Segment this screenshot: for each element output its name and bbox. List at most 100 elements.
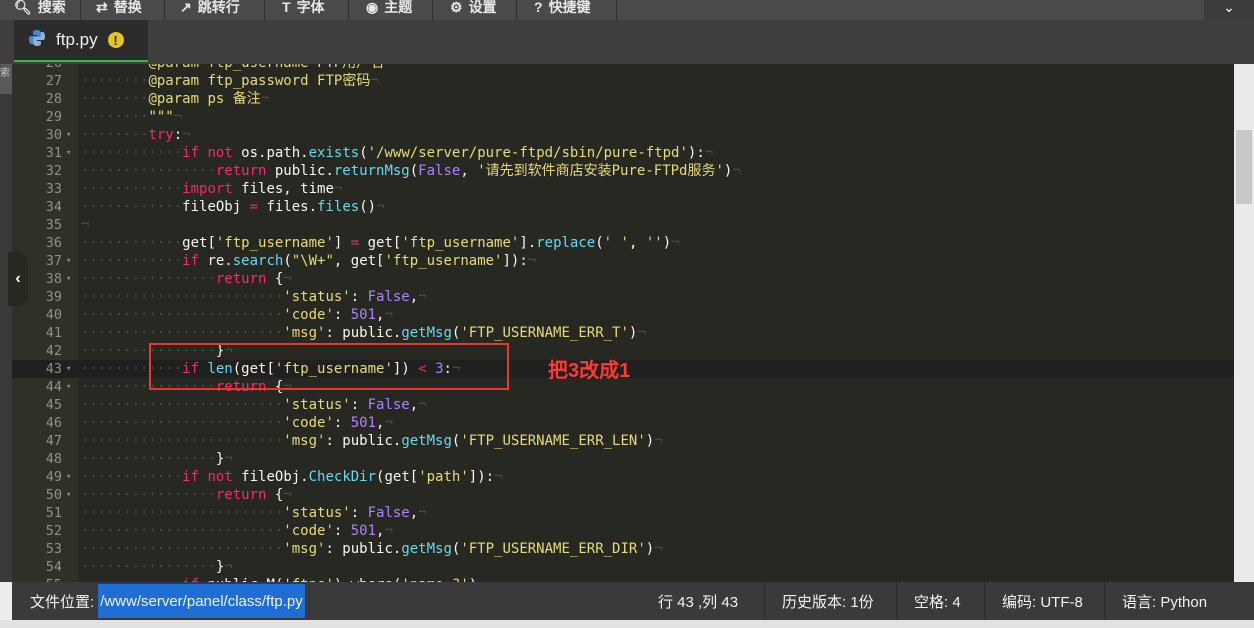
indent-setting[interactable]: 空格: 4 — [914, 582, 961, 620]
goto-line-button[interactable]: ↗ 跳转行 — [180, 0, 240, 18]
code-line[interactable]: 54 ················}¬ — [12, 558, 1234, 576]
collapse-sidebar-button[interactable]: ‹ — [8, 252, 28, 306]
line-number: 42 — [45, 343, 62, 359]
code-text: ············if re.search("\W+", get['ftp… — [81, 253, 537, 269]
fold-arrow-icon[interactable]: ▾ — [66, 144, 71, 162]
code-line[interactable]: 47 ························'msg': public.… — [12, 432, 1234, 450]
code-text: ········"""¬ — [81, 109, 183, 125]
vertical-scrollbar[interactable] — [1234, 64, 1254, 582]
code-text: ················}¬ — [81, 559, 233, 575]
code-text: ························'code': 501,¬ — [81, 307, 393, 323]
left-panel-body — [0, 94, 12, 582]
line-number: 35 — [45, 217, 62, 233]
search-button[interactable]: 🔍︎ 搜索 — [14, 0, 66, 18]
line-number: 50 — [45, 487, 62, 503]
code-line[interactable]: 41 ························'msg': public.… — [12, 324, 1234, 342]
fold-arrow-icon[interactable]: ▾ — [66, 252, 71, 270]
tab-bar: ftp.py ! — [0, 20, 1254, 64]
line-number: 32 — [45, 163, 62, 179]
tab-filename: ftp.py — [56, 30, 98, 49]
code-line[interactable]: 29 ········"""¬ — [12, 108, 1234, 126]
code-text: ¬ — [81, 217, 90, 233]
code-text: ················}¬ — [81, 451, 233, 467]
code-line[interactable]: 30 ▾ ········try:¬ — [12, 126, 1234, 144]
fold-arrow-icon[interactable]: ▾ — [66, 486, 71, 504]
code-line[interactable]: 38 ▾ ················return {¬ — [12, 270, 1234, 288]
replace-button[interactable]: ⇄ 替换 — [96, 0, 142, 18]
line-number: 28 — [45, 91, 62, 107]
code-line[interactable]: 52 ························'code': 501,¬ — [12, 522, 1234, 540]
code-text: ················return {¬ — [81, 271, 292, 287]
file-path[interactable]: /www/server/panel/class/ftp.py — [98, 584, 305, 618]
fold-arrow-icon[interactable]: ▾ — [66, 126, 71, 144]
help-icon: ? — [534, 0, 543, 15]
status-divider — [764, 582, 765, 620]
toolbar-divider — [616, 0, 617, 20]
code-text: ············if not fileObj.CheckDir(get[… — [81, 469, 503, 485]
code-line[interactable]: 34 ············fileObj = files.files()¬ — [12, 198, 1234, 216]
toolbar-divider — [264, 0, 265, 20]
toolbar-divider — [432, 0, 433, 20]
scrollbar-thumb[interactable] — [1236, 130, 1252, 204]
fold-arrow-icon[interactable]: ▾ — [66, 378, 71, 396]
line-number: 46 — [45, 415, 62, 431]
code-text: ················return {¬ — [81, 487, 292, 503]
code-line[interactable]: 31 ▾ ············if not os.path.exists('/w… — [12, 144, 1234, 162]
language-setting[interactable]: 语言: Python — [1122, 582, 1207, 620]
line-number: 41 — [45, 325, 62, 341]
fold-arrow-icon[interactable]: ▾ — [66, 360, 71, 378]
code-line[interactable]: 50 ▾ ················return {¬ — [12, 486, 1234, 504]
code-line[interactable]: 45 ························'status': Fals… — [12, 396, 1234, 414]
code-text: ············import files, time¬ — [81, 181, 343, 197]
toolbar-divider — [516, 0, 517, 20]
code-text: ············fileObj = files.files()¬ — [81, 199, 385, 215]
history-versions[interactable]: 历史版本: 1份 — [782, 582, 874, 620]
code-line[interactable]: 49 ▾ ············if not fileObj.CheckDir(g… — [12, 468, 1234, 486]
code-editor[interactable]: 26 ········@param ftp_username FTP用户名 27 ··… — [12, 64, 1234, 582]
arrow-icon: ↗ — [180, 0, 192, 15]
left-panel-strip: 索 — [0, 64, 12, 582]
code-line[interactable]: 35 ¬ — [12, 216, 1234, 234]
file-location: 文件位置: /www/server/panel/class/ftp.py — [30, 582, 305, 620]
code-line[interactable]: 48 ················}¬ — [12, 450, 1234, 468]
code-line[interactable]: 46 ························'code': 501,¬ — [12, 414, 1234, 432]
line-number: 54 — [45, 559, 62, 575]
code-text: ········@param ftp_password FTP密码¬ — [81, 73, 379, 89]
fold-arrow-icon[interactable]: ▾ — [66, 468, 71, 486]
toolbar-divider — [348, 0, 349, 20]
code-line[interactable]: 32 ················return public.returnMs… — [12, 162, 1234, 180]
toolbar-divider — [80, 0, 81, 20]
code-text: ························'msg': public.ge… — [81, 325, 646, 341]
line-number: 26 — [12, 64, 62, 72]
cursor-position[interactable]: 行 43 ,列 43 — [658, 582, 738, 620]
font-button[interactable]: T 字体 — [282, 0, 325, 18]
code-text: ········@param ftp_username FTP用户名 — [81, 64, 384, 72]
code-line[interactable]: 51 ························'status': Fals… — [12, 504, 1234, 522]
code-line[interactable]: 27 ········@param ftp_password FTP密码¬ — [12, 72, 1234, 90]
fold-arrow-icon[interactable]: ▾ — [66, 270, 71, 288]
line-number: 44 — [45, 379, 62, 395]
tab-ftp-py[interactable]: ftp.py ! — [14, 20, 148, 62]
code-line[interactable]: 36 ············get['ftp_username'] = get[… — [12, 234, 1234, 252]
code-line[interactable]: 53 ························'msg': public.… — [12, 540, 1234, 558]
settings-button[interactable]: ⚙ 设置 — [450, 0, 497, 18]
status-divider — [1104, 582, 1105, 620]
code-text: ························'status': False,… — [81, 397, 427, 413]
code-line[interactable]: 40 ························'code': 501,¬ — [12, 306, 1234, 324]
encoding-setting[interactable]: 编码: UTF-8 — [1002, 582, 1083, 620]
code-line[interactable]: 26 ········@param ftp_username FTP用户名 — [12, 64, 1234, 72]
code-line[interactable]: 37 ▾ ············if re.search("\W+", get['… — [12, 252, 1234, 270]
code-line[interactable]: 33 ············import files, time¬ — [12, 180, 1234, 198]
line-number: 33 — [45, 181, 62, 197]
line-number: 51 — [45, 505, 62, 521]
collapse-toolbar-button[interactable]: ⌄ — [1204, 0, 1254, 20]
code-line[interactable]: 28 ········@param ps 备注¬ — [12, 90, 1234, 108]
annotation-text: 把3改成1 — [548, 360, 631, 382]
theme-icon: ◉ — [366, 0, 379, 15]
line-number: 27 — [45, 73, 62, 89]
line-number: 47 — [45, 433, 62, 449]
code-line[interactable]: 39 ························'status': Fals… — [12, 288, 1234, 306]
theme-button[interactable]: ◉ 主题 — [366, 0, 412, 18]
code-text: ························'code': 501,¬ — [81, 415, 393, 431]
shortcuts-button[interactable]: ? 快捷键 — [534, 0, 591, 18]
